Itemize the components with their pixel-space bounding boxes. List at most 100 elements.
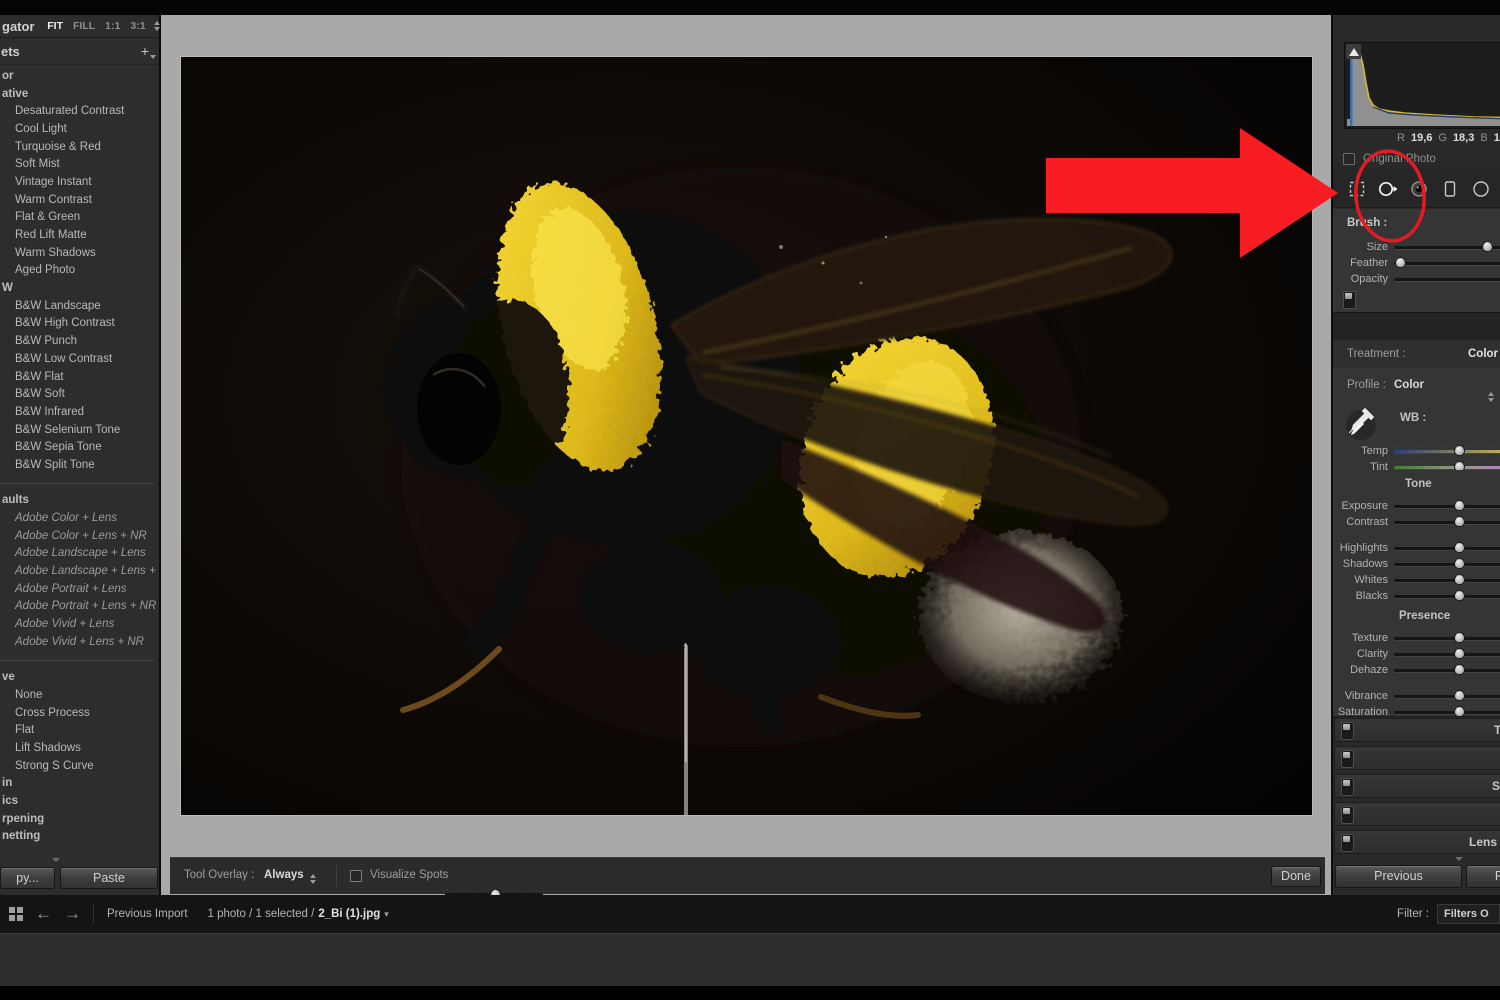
preset-item[interactable]: B&W Soft xyxy=(0,385,158,403)
filename-caret-icon[interactable]: ▾ xyxy=(384,909,389,920)
zoom-option-3-1[interactable]: 3:1 xyxy=(130,20,145,32)
vibrance-slider[interactable] xyxy=(1394,695,1500,698)
done-button[interactable]: Done xyxy=(1271,866,1321,887)
paste-button[interactable]: Paste xyxy=(60,867,158,889)
spot-removal-tool-icon[interactable] xyxy=(1377,179,1399,199)
exposure-slider-thumb[interactable] xyxy=(1454,500,1465,511)
opacity-slider[interactable] xyxy=(1394,278,1500,281)
clarity-slider[interactable] xyxy=(1394,653,1500,656)
preset-item[interactable]: Adobe Portrait + Lens xyxy=(0,580,158,598)
temp-slider[interactable] xyxy=(1394,450,1500,453)
preset-group-header[interactable]: W xyxy=(0,279,158,297)
preset-item[interactable]: None xyxy=(0,686,158,704)
preset-item[interactable]: Desaturated Contrast xyxy=(0,102,158,120)
profile-value[interactable]: Color xyxy=(1394,379,1424,391)
preset-item[interactable]: B&W Landscape xyxy=(0,297,158,315)
preset-item[interactable]: Adobe Landscape + Lens + NR xyxy=(0,562,158,580)
clarity-slider-thumb[interactable] xyxy=(1454,648,1465,659)
panel-enable-toggle[interactable] xyxy=(1341,750,1354,768)
panel-enable-toggle[interactable] xyxy=(1341,806,1354,824)
preset-group-header[interactable]: or xyxy=(0,67,158,85)
size-slider[interactable] xyxy=(1394,246,1500,249)
preset-item[interactable]: B&W Selenium Tone xyxy=(0,421,158,439)
current-filename[interactable]: 2_Bi (1).jpg xyxy=(318,908,380,920)
temp-slider-thumb[interactable] xyxy=(1454,445,1465,456)
preset-item[interactable]: Warm Shadows xyxy=(0,244,158,262)
whites-slider-thumb[interactable] xyxy=(1454,574,1465,585)
preset-group-header[interactable]: ics xyxy=(0,792,158,810)
preset-item[interactable]: Warm Contrast xyxy=(0,191,158,209)
preset-item[interactable]: Flat & Green xyxy=(0,209,158,227)
preset-item[interactable]: Vintage Instant xyxy=(0,173,158,191)
preset-group-header[interactable]: rpening xyxy=(0,810,158,828)
preset-group-header[interactable]: in xyxy=(0,775,158,793)
feather-slider[interactable] xyxy=(1394,262,1500,265)
preset-item[interactable]: Cross Process xyxy=(0,704,158,722)
highlights-slider-thumb[interactable] xyxy=(1454,542,1465,553)
preset-item[interactable]: B&W Punch xyxy=(0,332,158,350)
collapsed-panel-header[interactable]: Lens C xyxy=(1334,830,1500,854)
preset-item[interactable]: Flat xyxy=(0,721,158,739)
previous-photo-arrow-icon[interactable]: ← xyxy=(35,907,52,921)
whites-slider[interactable] xyxy=(1394,579,1500,582)
shadows-slider[interactable] xyxy=(1394,563,1500,566)
preset-group-header[interactable]: ative xyxy=(0,85,158,103)
preset-group-header[interactable]: aults xyxy=(0,492,158,510)
preset-item[interactable]: B&W Sepia Tone xyxy=(0,438,158,456)
preset-item[interactable]: Red Lift Matte xyxy=(0,226,158,244)
saturation-slider[interactable] xyxy=(1394,711,1500,714)
histogram-panel[interactable] xyxy=(1344,42,1500,129)
preset-item[interactable]: Lift Shadows xyxy=(0,739,158,757)
panel-enable-toggle[interactable] xyxy=(1341,722,1354,740)
panel-collapse-caret-icon[interactable] xyxy=(1455,857,1463,861)
original-photo-checkbox[interactable] xyxy=(1343,153,1355,165)
size-slider-thumb[interactable] xyxy=(1482,241,1493,252)
preset-item[interactable]: Adobe Color + Lens + NR xyxy=(0,527,158,545)
filmstrip-area[interactable] xyxy=(0,933,1500,986)
previous-import-breadcrumb[interactable]: Previous Import xyxy=(107,908,188,920)
contrast-slider-thumb[interactable] xyxy=(1454,516,1465,527)
collapsed-panel-header[interactable] xyxy=(1334,746,1500,770)
vibrance-slider-thumb[interactable] xyxy=(1454,690,1465,701)
contrast-slider[interactable] xyxy=(1394,521,1500,524)
shadow-clipping-indicator[interactable] xyxy=(1346,44,1361,59)
preset-item[interactable]: B&W Split Tone xyxy=(0,456,158,474)
panel-enable-toggle[interactable] xyxy=(1341,834,1354,852)
dehaze-slider-thumb[interactable] xyxy=(1454,664,1465,675)
collapsed-panel-header[interactable]: S xyxy=(1334,774,1500,798)
photo-canvas[interactable] xyxy=(181,57,1312,815)
preset-item[interactable]: Adobe Portrait + Lens + NR xyxy=(0,598,158,616)
treatment-value[interactable]: Color xyxy=(1468,348,1498,360)
brush-panel-toggle[interactable] xyxy=(1343,291,1356,309)
tint-slider[interactable] xyxy=(1394,466,1500,469)
collapsed-panel-header[interactable]: T xyxy=(1334,718,1500,742)
preset-item[interactable]: Soft Mist xyxy=(0,155,158,173)
preset-item[interactable]: Adobe Color + Lens xyxy=(0,509,158,527)
preset-item[interactable]: Adobe Vivid + Lens + NR xyxy=(0,633,158,651)
graduated-filter-tool-icon[interactable] xyxy=(1439,179,1461,199)
panel-enable-toggle[interactable] xyxy=(1341,778,1354,796)
zoom-option-fit[interactable]: FIT xyxy=(47,20,63,32)
tool-overlay-value[interactable]: Always xyxy=(264,869,304,881)
previous-button[interactable]: Previous xyxy=(1335,865,1462,888)
saturation-slider-thumb[interactable] xyxy=(1454,706,1465,717)
highlights-slider[interactable] xyxy=(1394,547,1500,550)
grid-view-icon[interactable] xyxy=(9,907,23,921)
crop-tool-icon[interactable] xyxy=(1346,179,1368,199)
visualize-spots-checkbox[interactable] xyxy=(350,870,362,882)
filter-dropdown[interactable]: Filters O xyxy=(1437,904,1500,924)
tool-overlay-caret-icon[interactable] xyxy=(310,874,317,884)
exposure-slider[interactable] xyxy=(1394,505,1500,508)
presets-header[interactable]: ets + xyxy=(0,38,159,65)
preset-item[interactable]: Adobe Landscape + Lens xyxy=(0,545,158,563)
feather-slider-thumb[interactable] xyxy=(1395,257,1406,268)
copy-button[interactable]: py... xyxy=(0,867,55,889)
zoom-option-1-1[interactable]: 1:1 xyxy=(105,20,120,32)
profile-caret-icon[interactable] xyxy=(1488,392,1495,402)
preset-item[interactable]: B&W High Contrast xyxy=(0,315,158,333)
zoom-ratio-caret-icon[interactable] xyxy=(154,21,159,31)
dehaze-slider[interactable] xyxy=(1394,669,1500,672)
preset-group-header[interactable]: ve xyxy=(0,668,158,686)
preset-item[interactable]: Cool Light xyxy=(0,120,158,138)
collapsed-panel-header[interactable] xyxy=(1334,802,1500,826)
